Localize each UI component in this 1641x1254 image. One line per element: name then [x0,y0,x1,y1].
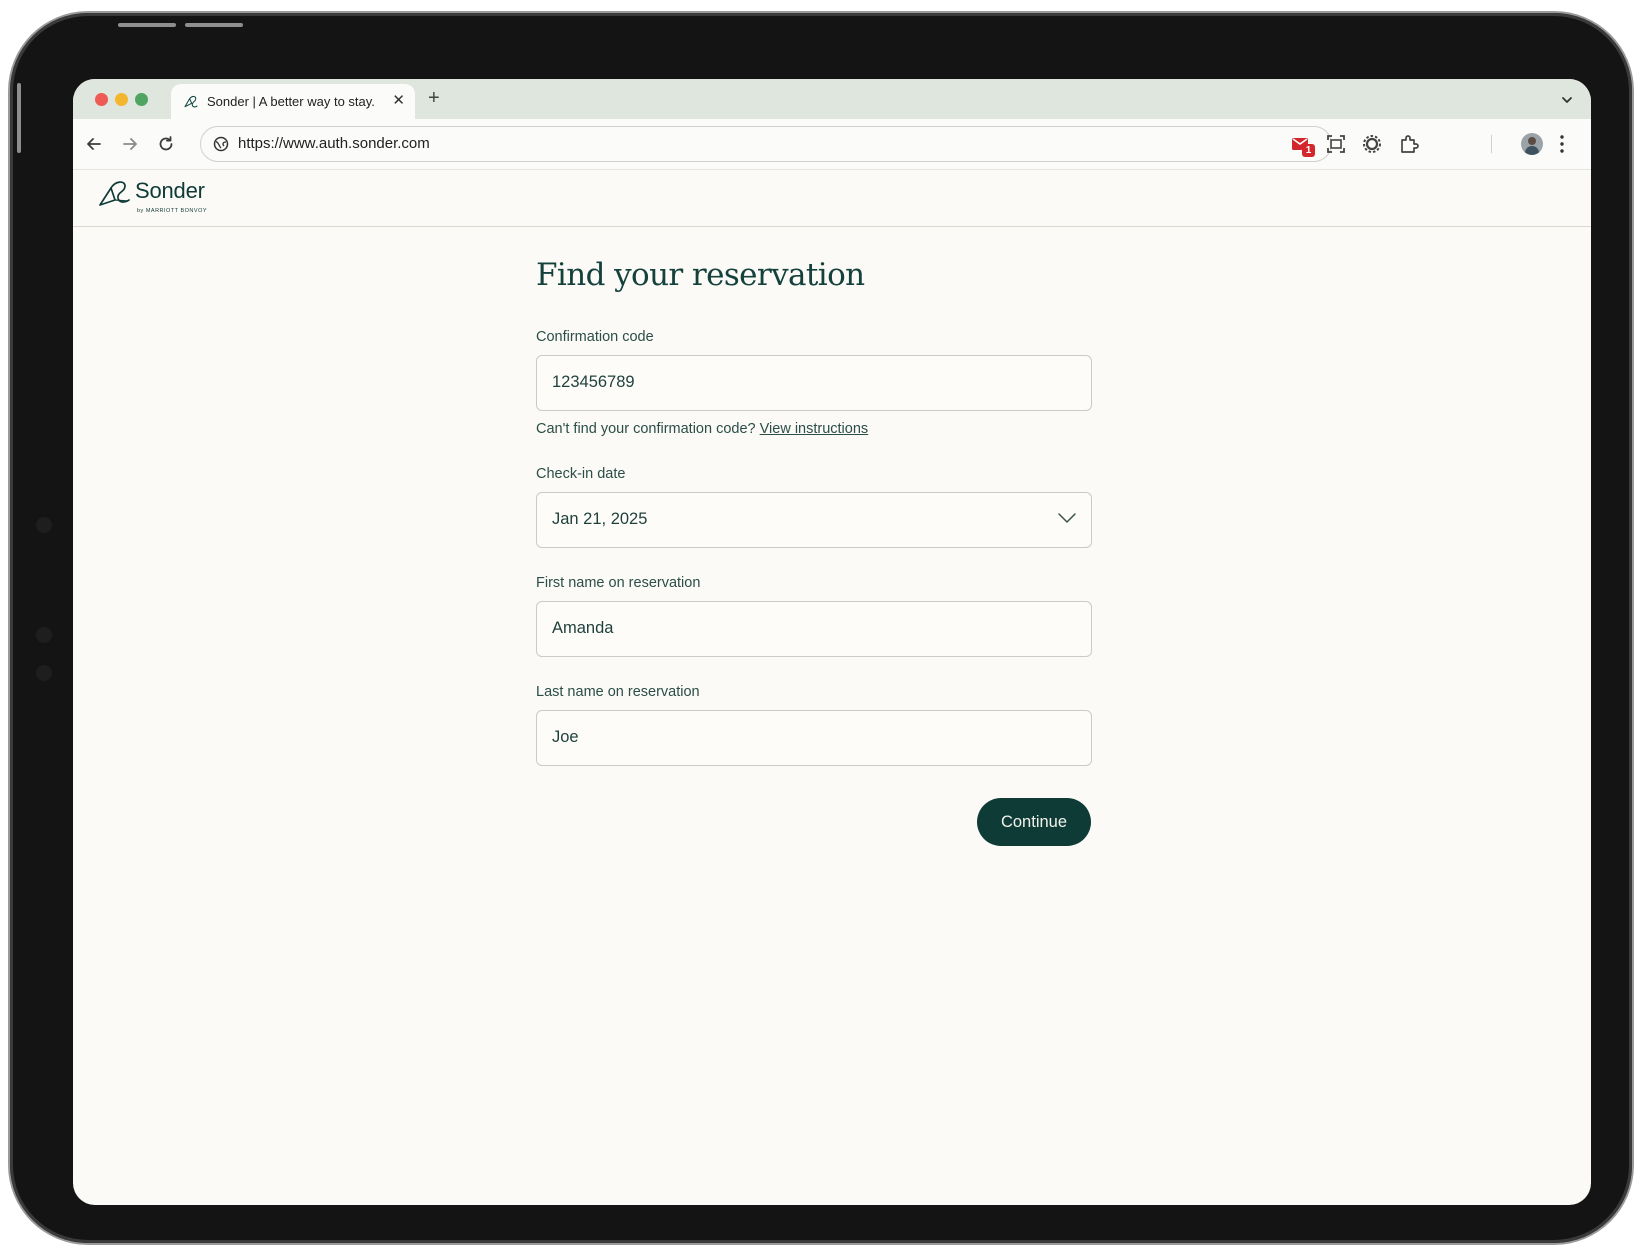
first-name-input[interactable]: Amanda [536,601,1092,657]
first-name-value: Amanda [552,619,614,637]
last-name-label: Last name on reservation [536,684,700,700]
sonder-logo[interactable]: Sonder by MARRIOTT BONVOY [98,178,208,214]
reload-icon[interactable] [155,133,177,155]
hardware-button [185,23,243,27]
chevron-down-icon [1058,513,1076,523]
url-text[interactable]: https://www.auth.sonder.com [238,135,430,152]
first-name-label: First name on reservation [536,575,701,591]
minimize-window-button[interactable] [115,93,128,106]
site-info-icon[interactable] [213,136,229,152]
confirmation-code-value: 123456789 [552,373,635,391]
extensions-icon[interactable] [1397,132,1421,156]
new-tab-button[interactable]: + [428,88,440,108]
back-icon[interactable] [83,133,105,155]
tab-title: Sonder | A better way to stay. [207,94,375,109]
page-title: Find your reservation [536,257,865,293]
checkin-date-select[interactable]: Jan 21, 2025 [536,492,1092,548]
browser-window: Sonder | A better way to stay. ✕ + https… [73,79,1591,1205]
brand-subtitle: by MARRIOTT BONVOY [137,208,208,214]
hardware-button [17,83,21,153]
extension-badge: 1 [1302,144,1315,157]
tab-strip: Sonder | A better way to stay. ✕ + [73,79,1591,119]
gmail-extension-icon[interactable]: 1 [1290,132,1315,157]
checkin-date-label: Check-in date [536,466,626,482]
sonder-favicon-icon [184,95,198,107]
view-instructions-link[interactable]: View instructions [760,421,869,437]
confirmation-code-input[interactable]: 123456789 [536,355,1092,411]
find-reservation-form: Find your reservation Confirmation code … [536,257,1092,846]
site-header: Sonder by MARRIOTT BONVOY [73,169,1591,227]
hardware-button [118,23,176,27]
tablet-frame: Sonder | A better way to stay. ✕ + https… [10,13,1632,1243]
screenshot-icon[interactable] [1324,132,1348,156]
browser-toolbar: https://www.auth.sonder.com 1 [73,119,1591,170]
last-name-value: Joe [552,728,579,746]
confirmation-help: Can't find your confirmation code? View … [536,421,868,437]
more-menu-icon[interactable] [1559,133,1565,155]
address-bar[interactable]: https://www.auth.sonder.com [200,126,1332,162]
camera-dot [36,665,52,681]
forward-icon[interactable] [119,133,141,155]
zoom-window-button[interactable] [135,93,148,106]
camera-dot [36,627,52,643]
continue-button[interactable]: Continue [977,798,1091,846]
tab-close-icon[interactable]: ✕ [392,93,405,109]
sonder-bird-icon [99,181,130,206]
confirmation-code-label: Confirmation code [536,329,654,345]
close-window-button[interactable] [95,93,108,106]
camera-dot [36,517,52,533]
last-name-input[interactable]: Joe [536,710,1092,766]
help-text: Can't find your confirmation code? [536,421,756,437]
toolbar-divider [1491,135,1492,153]
settings-extension-icon[interactable] [1360,132,1384,156]
profile-avatar[interactable] [1521,133,1543,155]
checkin-date-value: Jan 21, 2025 [552,510,648,528]
brand-name: Sonder [135,178,205,203]
tab-search-chevron-icon[interactable] [1557,90,1577,110]
tab-sonder[interactable]: Sonder | A better way to stay. ✕ [171,84,415,119]
